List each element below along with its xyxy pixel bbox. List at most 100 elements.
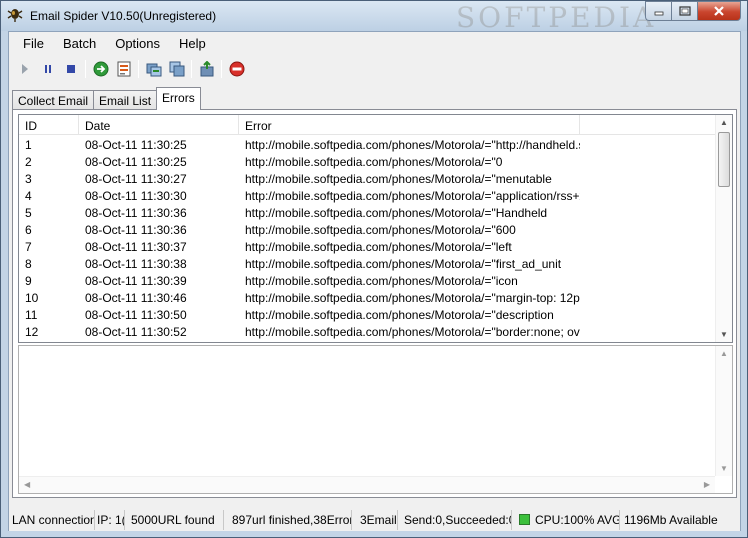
tab-collect-email[interactable]: Collect Email xyxy=(12,90,95,110)
table-row[interactable]: 1 08-Oct-11 11:30:25 http://mobile.softped… xyxy=(19,136,716,153)
cell-date: 08-Oct-11 11:30:27 xyxy=(85,172,187,186)
toolbar xyxy=(13,58,248,80)
list-header: ID Date Error xyxy=(19,115,716,135)
minimize-button[interactable] xyxy=(645,1,671,21)
cell-date: 08-Oct-11 11:30:39 xyxy=(85,274,187,288)
table-row[interactable]: 7 08-Oct-11 11:30:37 http://mobile.softped… xyxy=(19,238,716,255)
menu-file[interactable]: File xyxy=(16,32,52,54)
table-row[interactable]: 3 08-Oct-11 11:30:27 http://mobile.softped… xyxy=(19,170,716,187)
cell-error: http://mobile.softpedia.com/phones/Motor… xyxy=(245,291,580,305)
scroll-down-arrow-icon[interactable]: ▼ xyxy=(720,330,728,339)
table-row[interactable]: 11 08-Oct-11 11:30:50 http://mobile.softpe… xyxy=(19,306,716,323)
toolbar-separator xyxy=(85,60,86,78)
cell-date: 08-Oct-11 11:30:36 xyxy=(85,223,187,237)
status-cpu-text: CPU:100% AVG:4 xyxy=(535,513,619,527)
scroll-left-arrow-icon[interactable]: ◀ xyxy=(24,480,30,489)
send-button[interactable] xyxy=(195,58,218,80)
table-row[interactable]: 5 08-Oct-11 11:30:36 http://mobile.softped… xyxy=(19,204,716,221)
table-row[interactable]: 9 08-Oct-11 11:30:39 http://mobile.softped… xyxy=(19,272,716,289)
cell-id: 3 xyxy=(25,172,32,186)
go-icon xyxy=(93,61,108,77)
toolbar-separator xyxy=(191,60,192,78)
cell-date: 08-Oct-11 11:30:25 xyxy=(85,138,187,152)
toolbar-separator xyxy=(138,60,139,78)
detail-pane[interactable]: ▲ ▼ ◀ ▶ xyxy=(18,345,733,494)
scroll-thumb[interactable] xyxy=(718,132,730,187)
tab-errors[interactable]: Errors xyxy=(156,87,201,110)
cell-error: http://mobile.softpedia.com/phones/Motor… xyxy=(245,257,562,271)
window-title: Email Spider V10.50(Unregistered) xyxy=(30,9,217,23)
send-icon xyxy=(200,61,213,77)
close-button[interactable] xyxy=(697,1,741,21)
vertical-scrollbar[interactable]: ▲ ▼ xyxy=(715,115,732,342)
menu-batch[interactable]: Batch xyxy=(56,32,104,54)
cell-id: 11 xyxy=(25,308,38,322)
error-list[interactable]: ID Date Error 1 08-Oct-11 11:30:25 http://… xyxy=(18,114,733,343)
cpu-meter-icon xyxy=(519,514,530,525)
status-emails: 3Email xyxy=(352,510,398,530)
cell-date: 08-Oct-11 11:30:50 xyxy=(85,308,187,322)
cell-date: 08-Oct-11 11:30:37 xyxy=(85,240,187,254)
status-connection: LAN connection xyxy=(9,510,95,530)
errors-panel: ID Date Error 1 08-Oct-11 11:30:25 http://… xyxy=(12,109,737,498)
table-row[interactable]: 6 08-Oct-11 11:30:36 http://mobile.softped… xyxy=(19,221,716,238)
app-window: Email Spider V10.50(Unregistered) SOFTPE… xyxy=(0,0,748,538)
column-header-id[interactable]: ID xyxy=(19,115,79,135)
report-icon xyxy=(117,61,130,77)
softpedia-watermark: SOFTPEDIA xyxy=(456,1,657,34)
maximize-button[interactable] xyxy=(671,1,697,21)
stop-button[interactable] xyxy=(59,58,82,80)
pause-icon xyxy=(44,65,51,73)
table-row[interactable]: 8 08-Oct-11 11:30:38 http://mobile.softped… xyxy=(19,255,716,272)
quit-button[interactable] xyxy=(225,58,248,80)
scroll-up-arrow-icon[interactable]: ▲ xyxy=(720,118,728,127)
cell-id: 7 xyxy=(25,240,32,254)
cell-error: http://mobile.softpedia.com/phones/Motor… xyxy=(245,155,503,169)
cell-id: 2 xyxy=(25,155,32,169)
cell-date: 08-Oct-11 11:30:46 xyxy=(85,291,187,305)
import-icon xyxy=(146,63,161,77)
scroll-up-arrow-icon[interactable]: ▲ xyxy=(720,349,728,358)
import-button[interactable] xyxy=(142,58,165,80)
tab-email-list[interactable]: Email List xyxy=(93,90,158,110)
minimize-icon xyxy=(654,11,663,16)
report-button[interactable] xyxy=(112,58,135,80)
scroll-down-arrow-icon[interactable]: ▼ xyxy=(720,464,728,473)
menu-help[interactable]: Help xyxy=(172,32,214,54)
start-icon xyxy=(21,64,28,74)
start-button[interactable] xyxy=(13,58,36,80)
status-finished: 897url finished,38Error. xyxy=(224,510,352,530)
status-ip: IP: 1( xyxy=(95,510,125,530)
cell-id: 9 xyxy=(25,274,32,288)
menu-options[interactable]: Options xyxy=(108,32,168,54)
pause-button[interactable] xyxy=(36,58,59,80)
go-button[interactable] xyxy=(89,58,112,80)
cell-error: http://mobile.softpedia.com/phones/Motor… xyxy=(245,206,548,220)
column-header-error[interactable]: Error xyxy=(239,115,580,135)
cell-id: 8 xyxy=(25,257,32,271)
table-row[interactable]: 4 08-Oct-11 11:30:30 http://mobile.softped… xyxy=(19,187,716,204)
export-button[interactable] xyxy=(165,58,188,80)
stop-icon xyxy=(66,65,75,73)
horizontal-scrollbar[interactable]: ◀ ▶ xyxy=(19,476,715,493)
column-header-date[interactable]: Date xyxy=(79,115,239,135)
cell-date: 08-Oct-11 11:30:36 xyxy=(85,206,187,220)
list-rows: 1 08-Oct-11 11:30:25 http://mobile.softped… xyxy=(19,136,716,340)
cell-date: 08-Oct-11 11:30:25 xyxy=(85,155,187,169)
cell-error: http://mobile.softpedia.com/phones/Motor… xyxy=(245,308,554,322)
cell-id: 4 xyxy=(25,189,32,203)
cell-id: 5 xyxy=(25,206,32,220)
cell-id: 1 xyxy=(25,138,32,152)
client-area: File Batch Options Help Collect Email Em… xyxy=(8,31,741,531)
table-row[interactable]: 10 08-Oct-11 11:30:46 http://mobile.softpe… xyxy=(19,289,716,306)
status-send: Send:0,Succeeded:0 xyxy=(398,510,512,530)
cell-error: http://mobile.softpedia.com/phones/Motor… xyxy=(245,325,580,339)
table-row[interactable]: 2 08-Oct-11 11:30:25 http://mobile.softped… xyxy=(19,153,716,170)
scroll-right-arrow-icon[interactable]: ▶ xyxy=(704,480,710,489)
export-icon xyxy=(169,61,184,77)
title-bar[interactable]: Email Spider V10.50(Unregistered) SOFTPE… xyxy=(1,1,747,34)
column-header-filler xyxy=(580,115,716,135)
cell-id: 10 xyxy=(25,291,39,305)
table-row[interactable]: 12 08-Oct-11 11:30:52 http://mobile.softpe… xyxy=(19,323,716,340)
detail-vertical-scrollbar[interactable]: ▲ ▼ xyxy=(715,346,732,476)
